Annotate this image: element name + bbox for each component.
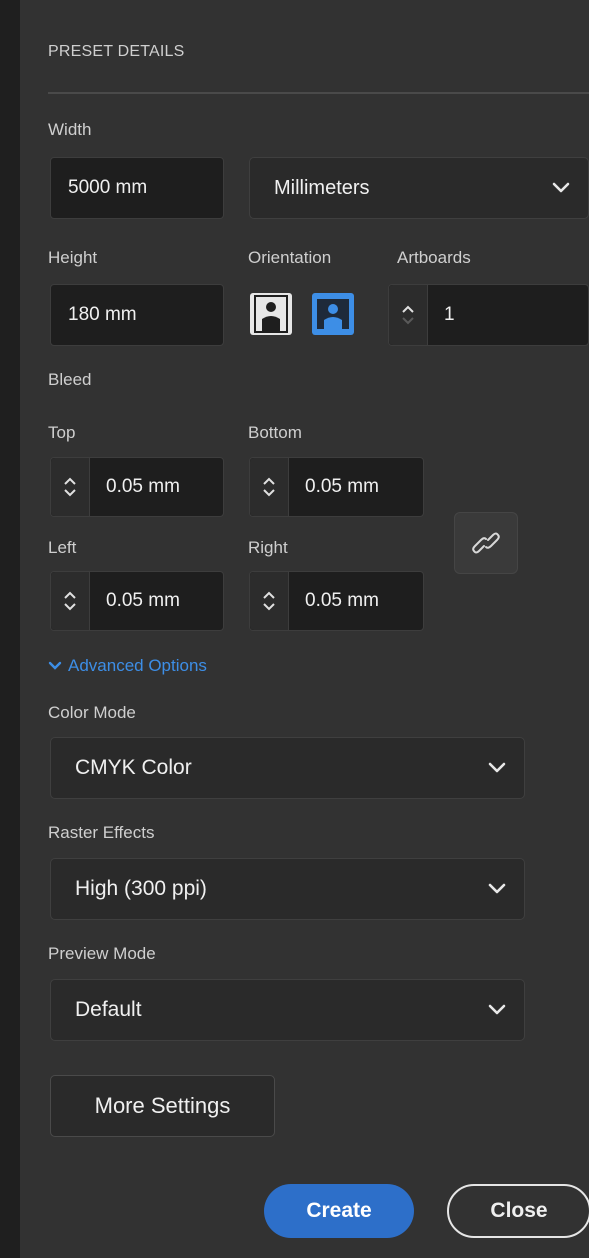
chevron-down-icon[interactable] (63, 602, 77, 611)
bleed-bottom-label: Bottom (248, 423, 302, 442)
unit-select-value: Millimeters (274, 176, 370, 199)
height-input[interactable]: 180 mm (50, 284, 224, 346)
chevron-up-icon[interactable] (262, 477, 276, 486)
chevron-down-icon (488, 1004, 506, 1016)
chevron-up-icon[interactable] (63, 591, 77, 600)
chevron-down-icon (488, 883, 506, 895)
create-button[interactable]: Create (264, 1184, 414, 1238)
bleed-left-stepper[interactable]: 0.05 mm (50, 571, 224, 631)
bleed-bottom-value: 0.05 mm (305, 476, 379, 497)
preview-mode-value: Default (75, 998, 142, 1021)
artboards-stepper-buttons[interactable] (389, 285, 428, 345)
more-settings-button[interactable]: More Settings (50, 1075, 275, 1137)
bleed-bottom-stepper-buttons[interactable] (250, 458, 289, 516)
close-button[interactable]: Close (447, 1184, 589, 1238)
chevron-up-icon[interactable] (63, 477, 77, 486)
bleed-right-label: Right (248, 538, 288, 557)
color-mode-value: CMYK Color (75, 756, 192, 779)
preset-details-panel: PRESET DETAILS Width 5000 mm Millimeters… (20, 0, 589, 1258)
landscape-button[interactable] (312, 293, 354, 335)
link-bleed-button[interactable] (454, 512, 518, 574)
height-label: Height (48, 248, 98, 267)
section-title: PRESET DETAILS (48, 43, 185, 60)
raster-effects-label: Raster Effects (48, 823, 155, 842)
artboards-value: 1 (444, 304, 455, 325)
bleed-right-stepper[interactable]: 0.05 mm (249, 571, 424, 631)
bleed-left-value: 0.05 mm (106, 590, 180, 611)
bleed-right-stepper-buttons[interactable] (250, 572, 289, 630)
width-label: Width (48, 120, 92, 139)
chevron-up-icon[interactable] (262, 591, 276, 600)
unit-select[interactable]: Millimeters (249, 157, 589, 219)
bleed-label: Bleed (48, 370, 92, 389)
bleed-top-stepper[interactable]: 0.05 mm (50, 457, 224, 517)
height-value: 180 mm (68, 304, 137, 325)
chevron-down-icon (488, 762, 506, 774)
bleed-top-value: 0.05 mm (106, 476, 180, 497)
advanced-options-toggle[interactable]: Advanced Options (48, 656, 207, 676)
width-input[interactable]: 5000 mm (50, 157, 224, 219)
chevron-up-icon[interactable] (401, 305, 415, 314)
chevron-down-icon (552, 182, 570, 194)
chevron-down-icon[interactable] (401, 316, 415, 325)
chevron-down-icon (48, 661, 62, 670)
bleed-left-stepper-buttons[interactable] (51, 572, 90, 630)
raster-effects-select[interactable]: High (300 ppi) (50, 858, 525, 920)
portrait-icon (254, 295, 288, 333)
link-icon (472, 532, 500, 554)
bleed-top-label: Top (48, 423, 76, 442)
bleed-left-label: Left (48, 538, 77, 557)
advanced-options-label: Advanced Options (68, 656, 207, 675)
raster-effects-value: High (300 ppi) (75, 877, 207, 900)
bleed-top-stepper-buttons[interactable] (51, 458, 90, 516)
portrait-button[interactable] (250, 293, 292, 335)
chevron-down-icon[interactable] (262, 602, 276, 611)
chevron-down-icon[interactable] (63, 488, 77, 497)
width-value: 5000 mm (68, 177, 148, 198)
landscape-icon (315, 297, 351, 331)
preview-mode-select[interactable]: Default (50, 979, 525, 1041)
preview-mode-label: Preview Mode (48, 944, 156, 963)
artboards-stepper[interactable]: 1 (388, 284, 589, 346)
orientation-label: Orientation (248, 248, 332, 267)
chevron-down-icon[interactable] (262, 488, 276, 497)
color-mode-label: Color Mode (48, 703, 136, 722)
color-mode-select[interactable]: CMYK Color (50, 737, 525, 799)
divider (48, 92, 589, 94)
bleed-bottom-stepper[interactable]: 0.05 mm (249, 457, 424, 517)
artboards-label: Artboards (397, 248, 471, 267)
bleed-right-value: 0.05 mm (305, 590, 379, 611)
